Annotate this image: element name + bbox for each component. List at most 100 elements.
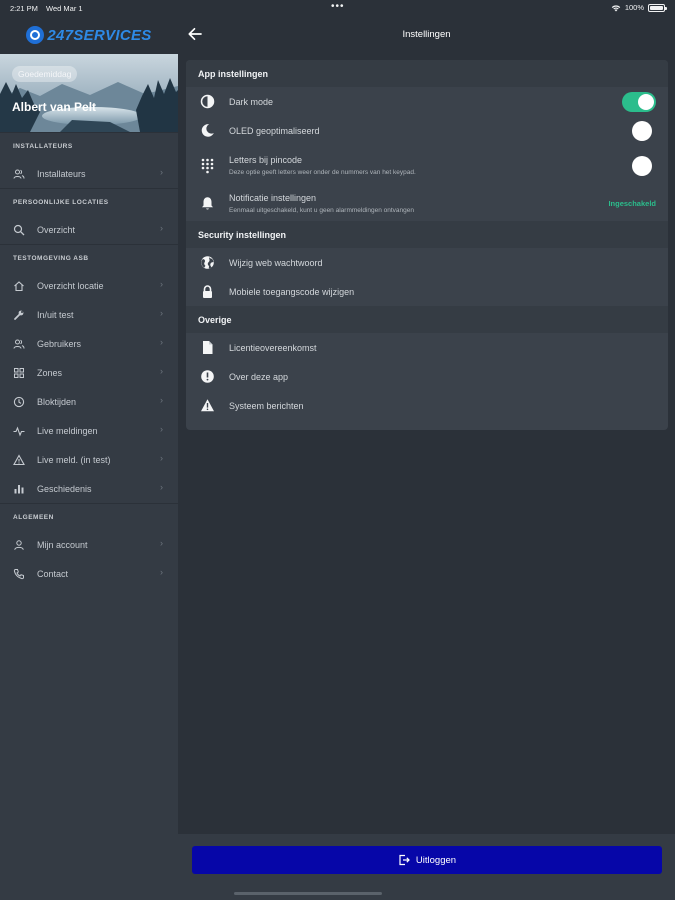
nav-section-persoonlijke-locaties: PERSOONLIJKE LOCATIES [0,188,178,215]
setting-web-password[interactable]: Wijzig web wachtwoord [186,248,668,277]
setting-dark-mode[interactable]: Dark mode [186,87,668,116]
sidebar-item-contact[interactable]: Contact › [0,559,178,588]
sidebar-item-in-uit-test[interactable]: In/uit test › [0,300,178,329]
settings-card: App instellingen Dark mode OLED geoptima… [186,60,668,430]
status-right: 100% [611,3,667,12]
status-left: 2:21 PM Wed Mar 1 [10,4,89,13]
chevron-right-icon: › [160,395,163,405]
chevron-right-icon: › [160,337,163,347]
sidebar-item-zones[interactable]: Zones › [0,358,178,387]
bar-chart-icon [13,483,25,495]
sidebar: 247SERVICES Goedemiddag Albert van Pelt … [0,16,178,900]
contrast-icon [199,94,215,110]
setting-label: Mobiele toegangscode wijzigen [229,286,355,297]
sidebar-item-label: Live meldingen [37,425,98,436]
setting-letters-pincode[interactable]: Letters bij pincode Deze optie geeft let… [186,145,668,186]
sidebar-item-label: Overzicht locatie [37,280,104,291]
notification-status: Ingeschakeld [608,198,656,208]
user-name: Albert van Pelt [12,100,97,114]
sidebar-item-bloktijden[interactable]: Bloktijden › [0,387,178,416]
moon-icon [199,123,215,139]
status-date: Wed Mar 1 [46,4,83,13]
search-icon [13,224,25,236]
chevron-right-icon: › [160,366,163,376]
users-icon [13,168,25,180]
sidebar-item-gebruikers[interactable]: Gebruikers › [0,329,178,358]
settings-content: App instellingen Dark mode OLED geoptima… [178,54,675,834]
warning-icon [13,453,25,466]
sidebar-item-live-meld-in-test[interactable]: Live meld. (in test) › [0,445,178,474]
section-app-settings: App instellingen [186,60,668,87]
setting-about[interactable]: Over deze app [186,362,668,391]
clock-icon [13,396,25,408]
setting-label: Notificatie instellingen [229,193,317,203]
chevron-right-icon: › [160,424,163,434]
home-icon [13,280,25,292]
setting-notifications[interactable]: Notificatie instellingen Eenmaal uitgesc… [186,186,668,221]
status-bar: 2:21 PM Wed Mar 1 ••• 100% [0,0,675,16]
sidebar-item-label: Bloktijden [37,396,77,407]
setting-mobile-code[interactable]: Mobiele toegangscode wijzigen [186,277,668,306]
sidebar-item-installateurs[interactable]: Installateurs › [0,159,178,188]
letters-toggle[interactable] [622,155,656,176]
sidebar-item-label: Geschiedenis [37,483,92,494]
setting-description: Eenmaal uitgeschakeld, kunt u geen alarm… [229,207,415,214]
warning-icon [199,398,215,414]
setting-label: OLED geoptimaliseerd [229,125,320,136]
nav-section-testomgeving: TESTOMGEVING ASB [0,244,178,271]
multitask-dots[interactable]: ••• [331,1,345,12]
setting-oled[interactable]: OLED geoptimaliseerd [186,116,668,145]
sidebar-item-label: Gebruikers [37,338,82,349]
wrench-icon [13,309,25,321]
sidebar-item-label: In/uit test [37,309,74,320]
grid-icon [13,367,25,379]
chevron-right-icon: › [160,567,163,577]
sidebar-item-label: Mijn account [37,539,88,550]
battery-percent: 100% [624,3,644,12]
bell-icon [199,196,215,212]
section-security-settings: Security instellingen [186,221,668,248]
document-icon [199,340,215,356]
logout-label: Uitloggen [415,854,457,866]
setting-label: Wijzig web wachtwoord [229,257,323,268]
sidebar-item-mijn-account[interactable]: Mijn account › [0,530,178,559]
globe-icon [199,255,215,271]
sidebar-item-overzicht[interactable]: Overzicht › [0,215,178,244]
brand-logo: 247SERVICES [0,16,178,54]
footer-bar: Uitloggen [178,834,675,900]
sidebar-item-live-meldingen[interactable]: Live meldingen › [0,416,178,445]
chevron-right-icon: › [160,453,163,463]
brand-logo-text: 247SERVICES [47,26,152,44]
chevron-right-icon: › [160,279,163,289]
setting-label: Letters bij pincode [229,155,303,165]
sidebar-item-geschiedenis[interactable]: Geschiedenis › [0,474,178,503]
greeting-chip: Goedemiddag [12,66,78,82]
brand-logo-icon [26,26,45,44]
setting-label: Over deze app [229,371,289,382]
sidebar-item-label: Overzicht [37,224,76,235]
chevron-right-icon: › [160,223,163,233]
setting-label: Systeem berichten [229,400,304,411]
user-icon [13,539,25,551]
page-title: Instellingen [402,29,451,40]
nav-section-algemeen: ALGEMEEN [0,503,178,530]
chevron-right-icon: › [160,167,163,177]
sidebar-item-label: Zones [37,367,63,378]
chevron-right-icon: › [160,538,163,548]
setting-system-messages[interactable]: Systeem berichten [186,391,668,420]
oled-toggle[interactable] [622,120,656,141]
pulse-icon [13,425,25,437]
top-app-bar: Instellingen [178,16,675,54]
lock-icon [199,284,215,300]
dark-mode-toggle[interactable] [622,91,656,112]
home-indicator[interactable] [234,892,382,895]
sidebar-item-label: Contact [37,568,69,579]
logout-icon [399,854,410,866]
sidebar-item-overzicht-locatie[interactable]: Overzicht locatie › [0,271,178,300]
dialpad-icon [199,158,215,174]
phone-icon [13,568,25,580]
info-icon [199,369,215,385]
logout-button[interactable]: Uitloggen [192,846,662,874]
battery-icon [648,3,667,12]
setting-license[interactable]: Licentieovereenkomst [186,333,668,362]
